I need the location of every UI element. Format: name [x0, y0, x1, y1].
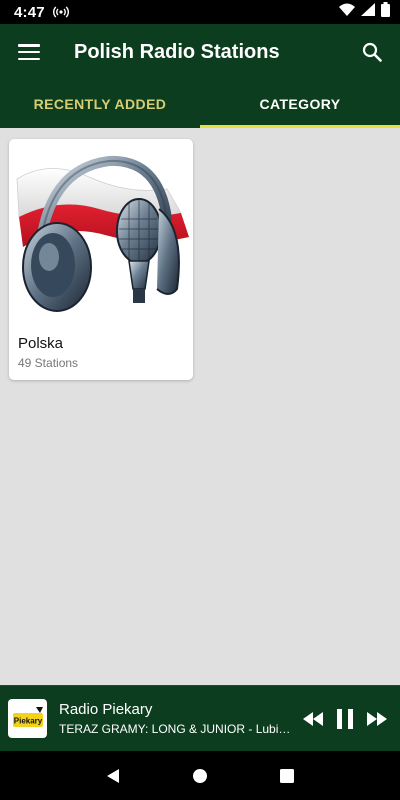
hamburger-menu-icon[interactable]	[18, 41, 40, 63]
page-title: Polish Radio Stations	[74, 40, 280, 63]
system-nav-bar	[0, 751, 400, 800]
station-logo-text: Piekary	[13, 716, 42, 725]
search-icon[interactable]	[360, 40, 384, 64]
tab-recently-added[interactable]: RECENTLY ADDED	[0, 80, 200, 128]
pause-icon[interactable]	[334, 708, 356, 730]
category-station-count: 49 Stations	[18, 356, 79, 370]
category-card-polska[interactable]: Polska 49 Stations	[9, 139, 193, 380]
cell-signal-icon	[361, 3, 375, 21]
radio-signal-icon	[52, 5, 69, 19]
toolbar: Polish Radio Stations	[0, 24, 400, 80]
player-info: Radio Piekary TERAZ GRAMY: LONG & JUNIOR…	[59, 701, 294, 736]
fast-forward-icon[interactable]	[366, 708, 388, 730]
app-bar: Polish Radio Stations RECENTLY ADDED CAT…	[0, 24, 400, 128]
status-icons	[339, 2, 390, 22]
category-name: Polska	[18, 335, 64, 352]
station-logo: Piekary	[8, 699, 47, 738]
status-time: 4:47	[14, 3, 45, 21]
battery-icon	[381, 2, 390, 22]
tab-category[interactable]: CATEGORY	[200, 80, 400, 128]
player-station-name: Radio Piekary	[59, 701, 153, 718]
wifi-icon	[339, 3, 355, 21]
back-icon[interactable]	[101, 764, 125, 788]
player-controls	[302, 708, 388, 730]
category-grid: Polska 49 Stations	[0, 128, 400, 685]
home-icon[interactable]	[188, 764, 212, 788]
mini-player[interactable]: Piekary Radio Piekary TERAZ GRAMY: LONG …	[0, 685, 400, 751]
player-now-playing: TERAZ GRAMY: LONG & JUNIOR - Lubie to...	[59, 722, 294, 736]
tab-bar: RECENTLY ADDED CATEGORY	[0, 80, 400, 128]
status-bar: 4:47	[0, 0, 400, 24]
polish-flag-headphones-microphone-image	[16, 155, 189, 312]
recents-icon[interactable]	[275, 764, 299, 788]
rewind-icon[interactable]	[302, 708, 324, 730]
